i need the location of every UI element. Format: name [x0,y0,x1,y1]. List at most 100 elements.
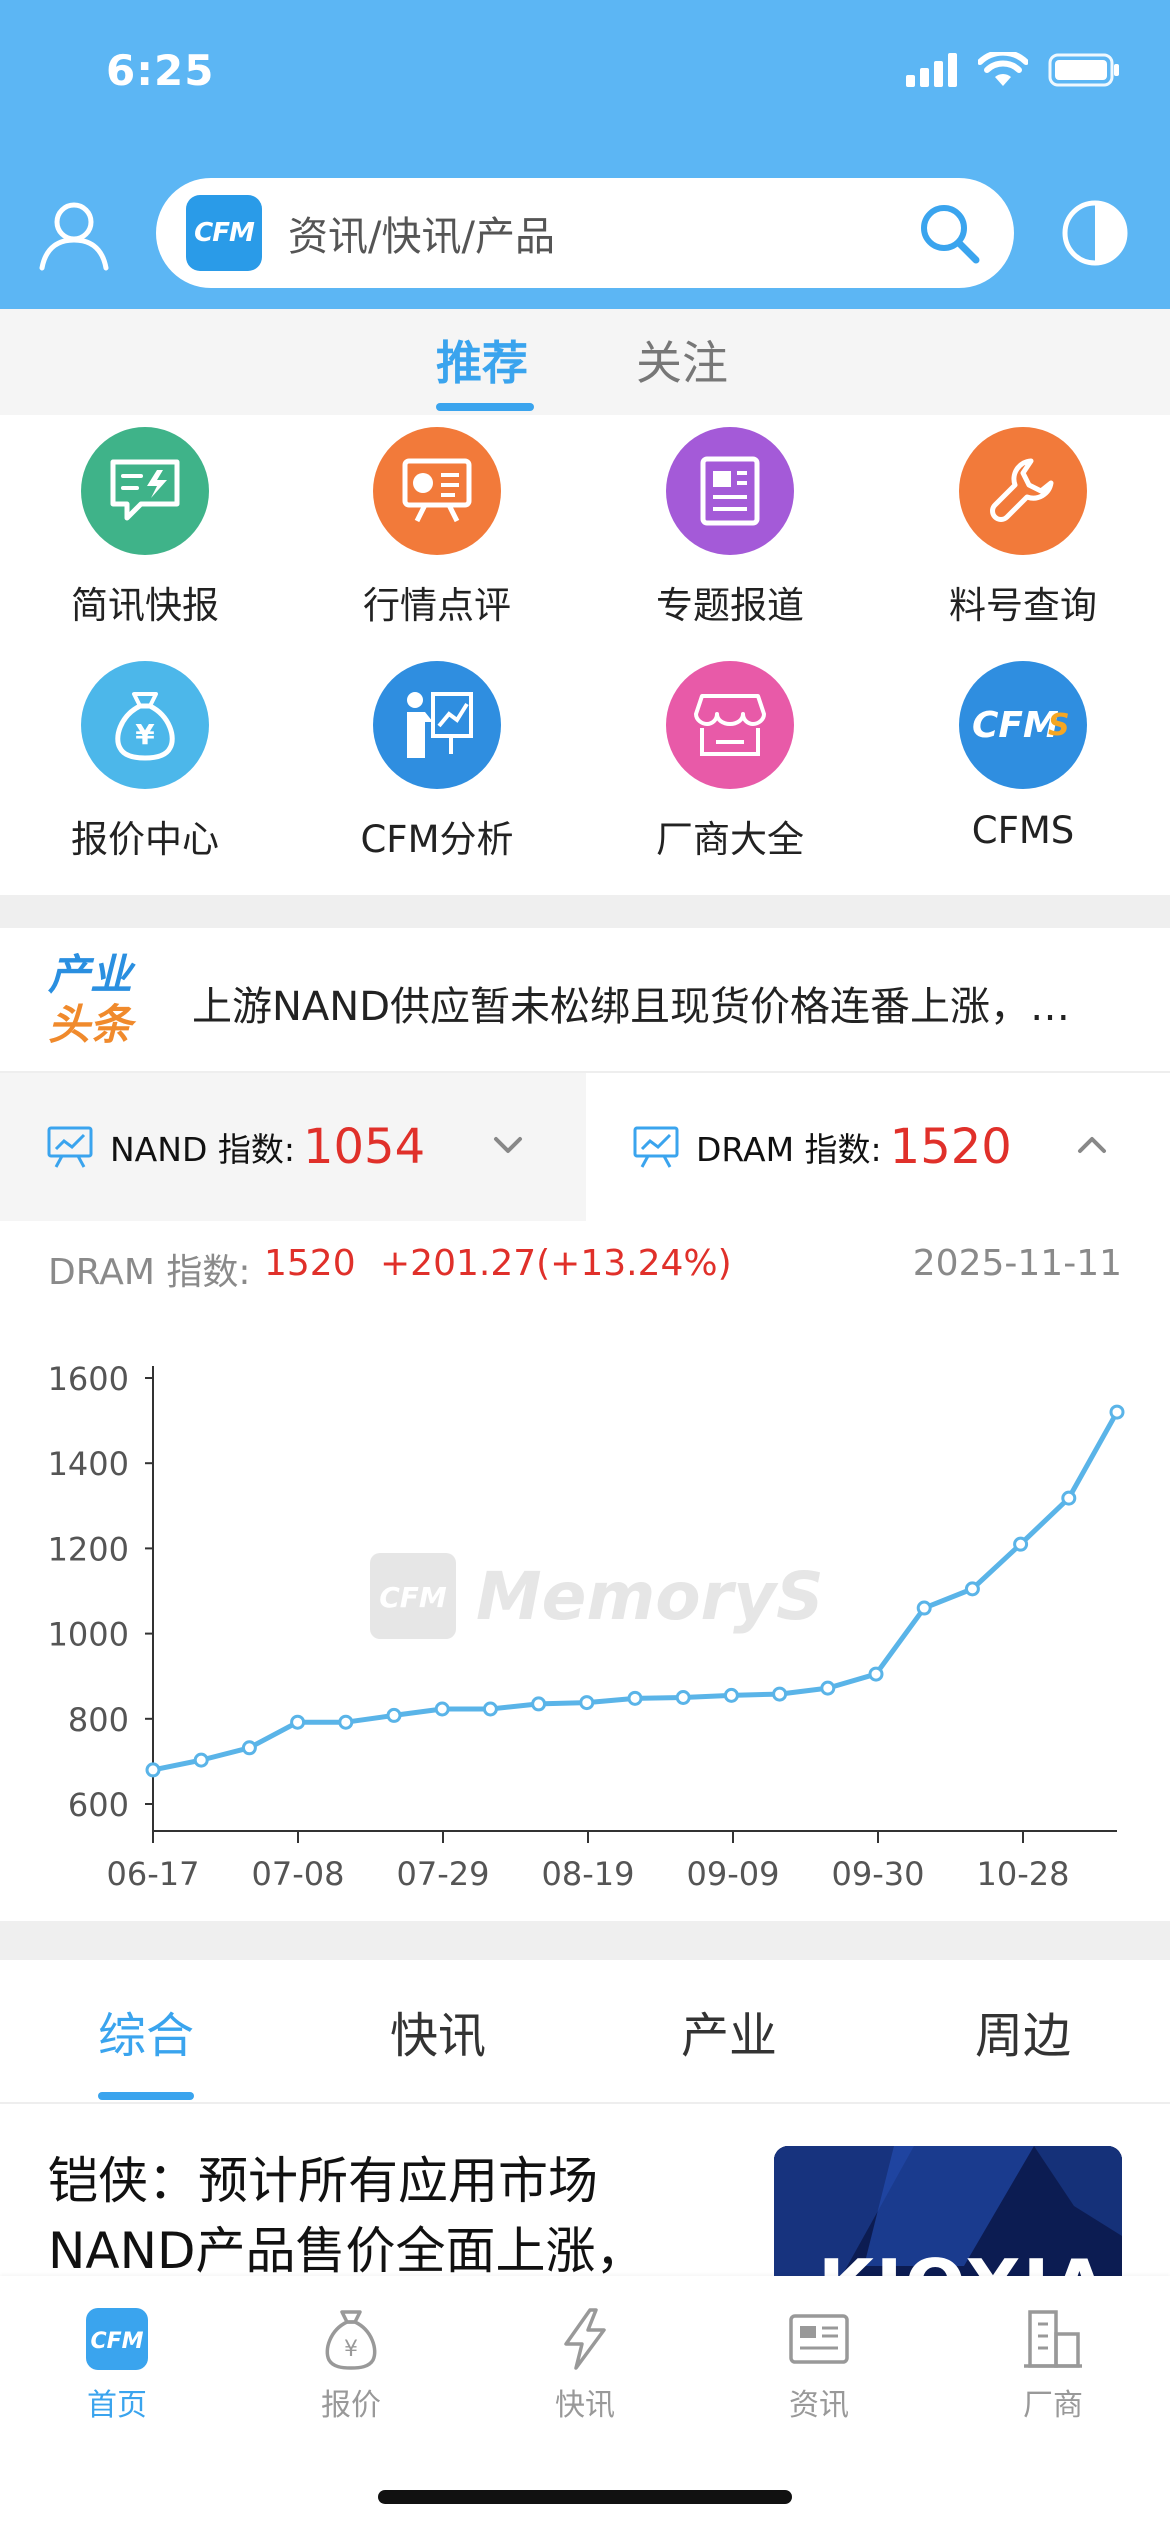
y-tick-label: 1000 [48,1616,129,1654]
quick-link-market-review[interactable]: 行情点评 [297,427,577,629]
quick-link-label: 行情点评 [363,584,511,627]
quick-link-label: 简讯快报 [71,584,219,627]
headline-badge-line2: 头条 [48,1000,133,1049]
home-cfm-icon: CFM [86,2308,148,2370]
nand-index-label: NAND 指数: [110,1130,295,1169]
cfms-logo-icon: CFM S [959,661,1087,789]
data-point [868,1666,884,1682]
search-bar[interactable]: CFM 资讯/快讯/产品 [156,178,1014,288]
document-report-icon [666,427,794,555]
news-tab-industry[interactable]: 产业 [681,1996,777,2066]
data-point [723,1687,739,1703]
chart-watermark: CFM MemoryS [370,1553,824,1639]
tab-recommend[interactable]: 推荐 [436,327,528,393]
news-title: 铠侠：预计所有应用市场 NAND产品售价全面上涨， [48,2146,738,2276]
headline-text: 上游NAND供应暂未松绑且现货价格连番上涨，NAND Flash价格持续走高 [192,984,1092,1030]
cfm-logo-icon: CFM [186,195,262,271]
data-point [434,1701,450,1717]
y-tick-label: 1600 [48,1360,129,1398]
data-point [772,1686,788,1702]
wrench-icon [959,427,1087,555]
nav-label: 首页 [87,2388,147,2423]
nav-flash[interactable]: 快讯 [468,2306,702,2424]
monitor-chart-icon [633,1126,679,1168]
quick-link-label: 厂商大全 [656,818,804,861]
x-tick-label: 07-08 [252,1855,345,1893]
price-bag-icon: ¥ [325,2310,377,2370]
quick-link-label: 料号查询 [949,584,1097,627]
chart-index-label: DRAM 指数: [48,1252,251,1293]
headline-badge-line1: 产业 [48,950,133,999]
svg-text:MemoryS: MemoryS [476,1558,824,1635]
newspaper-icon [789,2314,849,2364]
news-title-line1: 铠侠：预计所有应用市场 [48,2152,598,2210]
quick-link-brief-news[interactable]: 简讯快报 [5,427,285,629]
news-tabs: 综合 快讯 产业 周边 [0,1960,1170,2104]
dram-index-label: DRAM 指数: [696,1130,882,1169]
tab-follow[interactable]: 关注 [636,327,728,393]
search-placeholder: 资讯/快讯/产品 [288,214,555,260]
svg-text:CFM: CFM [972,705,1059,746]
active-news-tab-indicator [98,2092,194,2100]
money-bag-icon: ¥ [81,661,209,789]
nav-home[interactable]: CFM 首页 [0,2306,234,2424]
data-point [145,1762,161,1778]
data-point [1013,1536,1029,1552]
data-point [290,1714,306,1730]
quick-link-vendor-directory[interactable]: 厂商大全 [590,661,870,863]
news-tab-peripheral[interactable]: 周边 [975,1996,1071,2066]
nand-index-tab[interactable]: NAND 指数: 1054 [0,1073,586,1221]
quick-link-label: CFM分析 [360,818,514,861]
data-point [193,1752,209,1768]
signal-icon [906,53,957,87]
nav-vendors[interactable]: 厂商 [936,2306,1170,2424]
quick-link-cfms[interactable]: CFM S CFMS [883,661,1163,852]
y-tick-label: 1400 [48,1445,129,1483]
index-tabs: NAND 指数: 1054 DRAM 指数: 1520 [0,1073,1170,1221]
data-point [386,1707,402,1723]
nav-news[interactable]: 资讯 [702,2306,936,2424]
svg-text:S: S [1048,708,1070,743]
chart-index-date: 2025-11-11 [912,1243,1122,1284]
news-list-item[interactable]: 铠侠：预计所有应用市场 NAND产品售价全面上涨， KIOXIA [0,2106,1170,2276]
data-point [820,1680,836,1696]
home-indicator [378,2490,792,2504]
section-divider [0,895,1170,928]
x-tick-label: 06-17 [107,1855,200,1893]
data-point [1061,1490,1077,1506]
news-tab-all[interactable]: 综合 [98,1996,194,2066]
quick-link-cfm-analysis[interactable]: CFM分析 [297,661,577,863]
search-icon[interactable] [914,198,984,268]
svg-text:CFM: CFM [379,1581,447,1614]
data-point [964,1581,980,1597]
x-tick-label: 09-30 [832,1855,925,1893]
app-screen: 6:25 CFM 资讯/快讯/产品 推荐 关注 简讯快报 行情点评 专题报道 料… [0,0,1170,2532]
battery-icon [1048,53,1119,87]
user-profile-icon[interactable] [36,196,112,272]
news-tab-flash[interactable]: 快讯 [390,1996,486,2066]
data-point [241,1740,257,1756]
quick-links-grid: 简讯快报 行情点评 专题报道 料号查询 ¥ 报价中心 CFM分析 厂商大全 CF… [0,415,1170,895]
storefront-icon [666,661,794,789]
nav-label: 报价 [321,2388,381,2423]
industry-headline[interactable]: 产业 头条 上游NAND供应暂未松绑且现货价格连番上涨，NAND Flash价格… [0,928,1170,1073]
svg-text:¥: ¥ [135,718,155,751]
data-point [675,1690,691,1705]
data-point [1109,1404,1125,1420]
y-tick-label: 600 [68,1786,129,1824]
quick-link-special-report[interactable]: 专题报道 [590,427,870,629]
nav-label: 厂商 [1023,2388,1083,2423]
data-point [627,1690,643,1706]
building-icon [1024,2310,1082,2368]
nav-price[interactable]: ¥ 报价 [234,2306,468,2424]
news-title-line2: NAND产品售价全面上涨， [48,2222,646,2276]
dram-index-chart[interactable]: CFM MemoryS 600 800 1000 1200 1400 1600 06-17 07-… [0,1321,1170,1921]
quick-link-price-center[interactable]: ¥ 报价中心 [5,661,285,863]
data-point [579,1695,595,1711]
chart-summary: DRAM 指数: 1520 +201.27(+13.24%) 2025-11-1… [0,1221,1170,1321]
dram-index-tab[interactable]: DRAM 指数: 1520 [586,1073,1170,1221]
quick-link-part-lookup[interactable]: 料号查询 [883,427,1163,629]
dram-index-value: 1520 [889,1119,1012,1175]
theme-toggle-icon[interactable] [1060,198,1130,268]
headline-badge: 产业 头条 [48,950,148,1050]
